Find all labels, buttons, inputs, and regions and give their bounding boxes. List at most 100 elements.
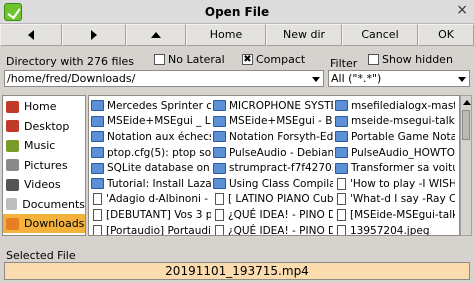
place-item-music[interactable]: Music <box>3 136 85 155</box>
back-button[interactable] <box>0 24 62 46</box>
place-item-desktop[interactable]: Desktop <box>3 117 85 136</box>
file-item[interactable]: 13957204.jpeg <box>335 223 455 235</box>
folder-icon <box>335 115 348 127</box>
filter-label: Filter <box>330 57 358 70</box>
file-list-scrollbar[interactable] <box>460 95 472 236</box>
folder-item[interactable]: mseide-msegui-talk - <box>335 114 455 130</box>
chevron-down-icon[interactable] <box>309 71 323 86</box>
file-name: ¿QUÉ IDEA! - PINO D'AI <box>228 208 333 221</box>
folder-item[interactable]: Mercedes Sprinter con <box>91 98 211 114</box>
file-item[interactable]: [DEBUTANT] Vos 3 pre <box>91 207 211 223</box>
folder-item[interactable]: msefiledialogx-master <box>335 98 455 114</box>
title-bar: Open File × <box>0 0 474 24</box>
file-name: MSEide+MSEgui _ List <box>107 115 211 128</box>
place-label: Desktop <box>24 119 70 133</box>
show-hidden-checkbox[interactable]: Show hidden <box>368 53 453 66</box>
new-dir-button[interactable]: New dir <box>266 24 342 46</box>
folder-icon <box>213 131 226 143</box>
music-icon <box>6 139 19 152</box>
place-label: Documents <box>22 197 85 211</box>
up-dir-button[interactable] <box>126 24 186 46</box>
folder-icon <box>213 115 226 127</box>
place-label: Pictures <box>24 158 68 172</box>
folder-item[interactable]: Using Class Compilation <box>213 176 333 192</box>
file-item[interactable]: [MSEide-MSEgui-talk] ( <box>335 207 455 223</box>
file-icon <box>93 224 102 235</box>
file-icon <box>337 224 346 235</box>
file-name: msefiledialogx-master <box>351 99 455 112</box>
file-item[interactable]: [ LATINO PIANO Cuban <box>213 192 333 208</box>
folder-icon <box>213 162 226 174</box>
folder-icon <box>91 162 104 174</box>
selected-file-field[interactable]: 20191101_193715.mp4 <box>4 262 470 280</box>
folder-item[interactable]: PulseAudio_HOWTO: D <box>335 145 455 161</box>
folder-item[interactable]: Portable Game Notation <box>335 129 455 145</box>
close-window-button[interactable]: × <box>456 2 468 18</box>
compact-box[interactable]: ✖ <box>242 54 253 65</box>
file-icon <box>337 177 346 190</box>
file-item[interactable]: [Portaudio] Portaudio F <box>91 223 211 235</box>
filter-dropdown[interactable]: All ("*.*") <box>328 70 470 87</box>
folder-item[interactable]: ptop.cfg(5): ptop source <box>91 145 211 161</box>
directory-info: Directory with 276 files <box>6 55 135 68</box>
file-name: Tutorial: Install Lazarus <box>107 177 211 190</box>
folder-icon <box>213 147 226 159</box>
file-item[interactable]: ¿QUÉ IDEA! - PINO D'AI <box>213 223 333 236</box>
file-name: strumpract-f7f427037 <box>229 162 333 175</box>
place-item-videos[interactable]: Videos <box>3 175 85 194</box>
place-item-pictures[interactable]: Pictures <box>3 156 85 175</box>
chevron-down-icon[interactable] <box>455 71 469 86</box>
file-name: ¿QUÉ IDEA! - PINO D'AI <box>228 224 333 236</box>
file-name: MSEide+MSEgui - Brow <box>229 115 333 128</box>
folder-item[interactable]: Tutorial: Install Lazarus <box>91 176 211 192</box>
place-item-documents[interactable]: Documents <box>3 195 85 214</box>
ok-button[interactable]: OK <box>418 24 474 46</box>
folder-item[interactable]: Transformer sa voiture <box>335 160 455 176</box>
arrow-left-icon <box>28 30 34 40</box>
file-name: 'What-d I say -Ray Cha <box>350 193 455 206</box>
file-item[interactable]: ¿QUÉ IDEA! - PINO D'AI <box>213 207 333 223</box>
folder-item[interactable]: MSEide+MSEgui _ List <box>91 114 211 130</box>
no-lateral-label: No Lateral <box>168 53 225 66</box>
folder-item[interactable]: MSEide+MSEgui - Brow <box>213 114 333 130</box>
show-hidden-label: Show hidden <box>382 53 453 66</box>
scroll-up-icon[interactable] <box>463 100 471 105</box>
videos-icon <box>6 178 19 191</box>
path-dropdown[interactable]: /home/fred/Downloads/ <box>4 70 324 87</box>
folder-icon <box>91 131 104 143</box>
file-name: Portable Game Notation <box>351 130 455 143</box>
compact-checkbox[interactable]: ✖ Compact <box>242 53 305 66</box>
file-item[interactable]: 'What-d I say -Ray Cha <box>335 192 455 208</box>
file-name: Using Class Compilation <box>229 177 333 190</box>
show-hidden-box[interactable] <box>368 54 379 65</box>
folder-item[interactable]: SQLite database on a se <box>91 160 211 176</box>
file-item[interactable]: 'How to play -I WISH- <box>335 176 455 192</box>
no-lateral-checkbox[interactable]: No Lateral <box>154 53 225 66</box>
cancel-button[interactable]: Cancel <box>342 24 418 46</box>
file-name: 'Adagio d-Albinoni - -La <box>106 193 211 206</box>
place-label: Music <box>24 139 56 152</box>
home-button[interactable]: Home <box>186 24 266 46</box>
scroll-thumb[interactable] <box>462 110 470 140</box>
folder-item[interactable]: PulseAudio - Debian Wi <box>213 145 333 161</box>
file-icon <box>337 193 346 206</box>
file-name: ptop.cfg(5): ptop source <box>107 146 211 159</box>
folder-item[interactable]: Notation Forsyth-Edwa <box>213 129 333 145</box>
place-label: Videos <box>24 178 61 191</box>
forward-button[interactable] <box>62 24 126 46</box>
folder-item[interactable]: strumpract-f7f427037 <box>213 160 333 176</box>
place-item-downloads[interactable]: Downloads <box>3 214 85 233</box>
file-icon <box>215 193 224 206</box>
folder-item[interactable]: MICROPHONE SYSTEMS <box>213 98 333 114</box>
folder-icon <box>335 147 348 159</box>
place-item-home[interactable]: Home <box>3 97 85 116</box>
documents-icon <box>6 198 18 210</box>
no-lateral-box[interactable] <box>154 54 165 65</box>
selected-file-label: Selected File <box>6 249 76 262</box>
home-icon <box>6 100 19 113</box>
folder-icon <box>335 162 348 174</box>
file-name: Transformer sa voiture <box>351 162 455 175</box>
folder-item[interactable]: Notation aux échecs — <box>91 129 211 145</box>
file-item[interactable]: 'Adagio d-Albinoni - -La <box>91 192 211 208</box>
file-icon <box>93 193 102 206</box>
